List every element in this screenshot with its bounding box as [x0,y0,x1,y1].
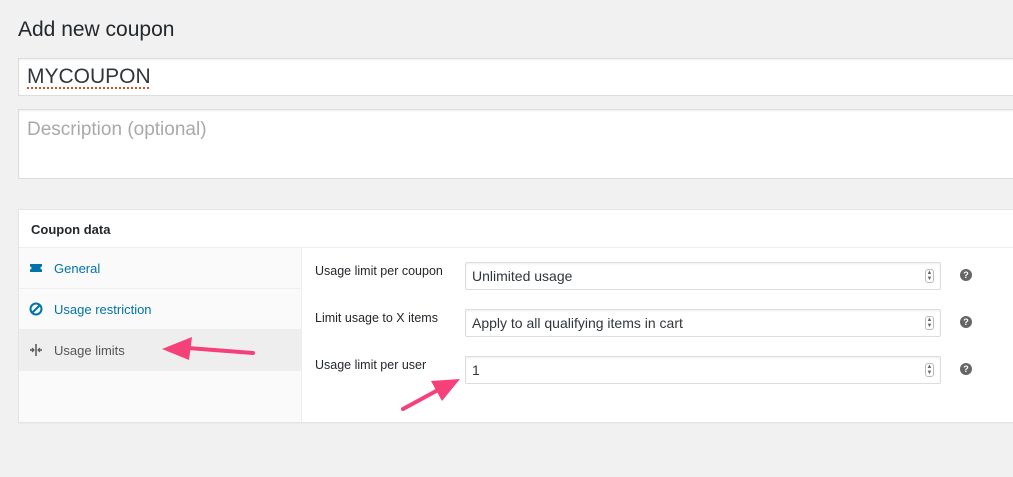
help-icon[interactable]: ? [960,269,972,281]
tab-usage-limits-label: Usage limits [54,342,125,358]
coupon-data-panel: Coupon data General Usage restriction Us… [18,209,1013,423]
ban-icon [29,302,43,316]
help-icon[interactable]: ? [960,316,972,328]
field-value: 1 [472,362,480,378]
spinner-icon: ▲ ▼ [925,316,934,330]
tab-general-label: General [54,260,101,276]
usage-limit-per-user-input[interactable]: 1 ▲ ▼ [465,356,941,384]
ticket-icon [29,261,43,275]
field-usage-limit-per-coupon: Usage limit per coupon Unlimited usage ▲… [315,262,1013,292]
help-icon[interactable]: ? [960,363,972,375]
tab-general[interactable]: General [19,248,301,289]
field-label: Usage limit per user [315,358,427,372]
usage-limits-icon [29,343,43,357]
spinner-icon: ▲ ▼ [925,363,934,377]
tab-usage-restriction[interactable]: Usage restriction [19,289,301,330]
description-textarea[interactable]: Description (optional) [18,109,1013,179]
usage-limit-per-coupon-input[interactable]: Unlimited usage ▲ ▼ [465,262,941,290]
field-value: Unlimited usage [472,268,573,284]
page-title: Add new coupon [18,18,175,41]
coupon-code-input[interactable]: MYCOUPON [18,58,1013,96]
field-value: Apply to all qualifying items in cart [472,315,683,331]
coupon-data-header: Coupon data [19,210,1013,248]
coupon-code-value: MYCOUPON [27,65,151,88]
limit-usage-x-items-input[interactable]: Apply to all qualifying items in cart ▲ ▼ [465,309,941,337]
field-label: Limit usage to X items [315,311,438,325]
annotation-arrow-field [401,379,460,411]
spinner-icon: ▲ ▼ [925,269,934,283]
field-limit-usage-x-items: Limit usage to X items Apply to all qual… [315,309,1013,339]
field-label: Usage limit per coupon [315,264,443,278]
annotation-arrow-tab [162,337,255,360]
tab-usage-restriction-label: Usage restriction [54,301,152,317]
description-placeholder: Description (optional) [27,119,207,140]
